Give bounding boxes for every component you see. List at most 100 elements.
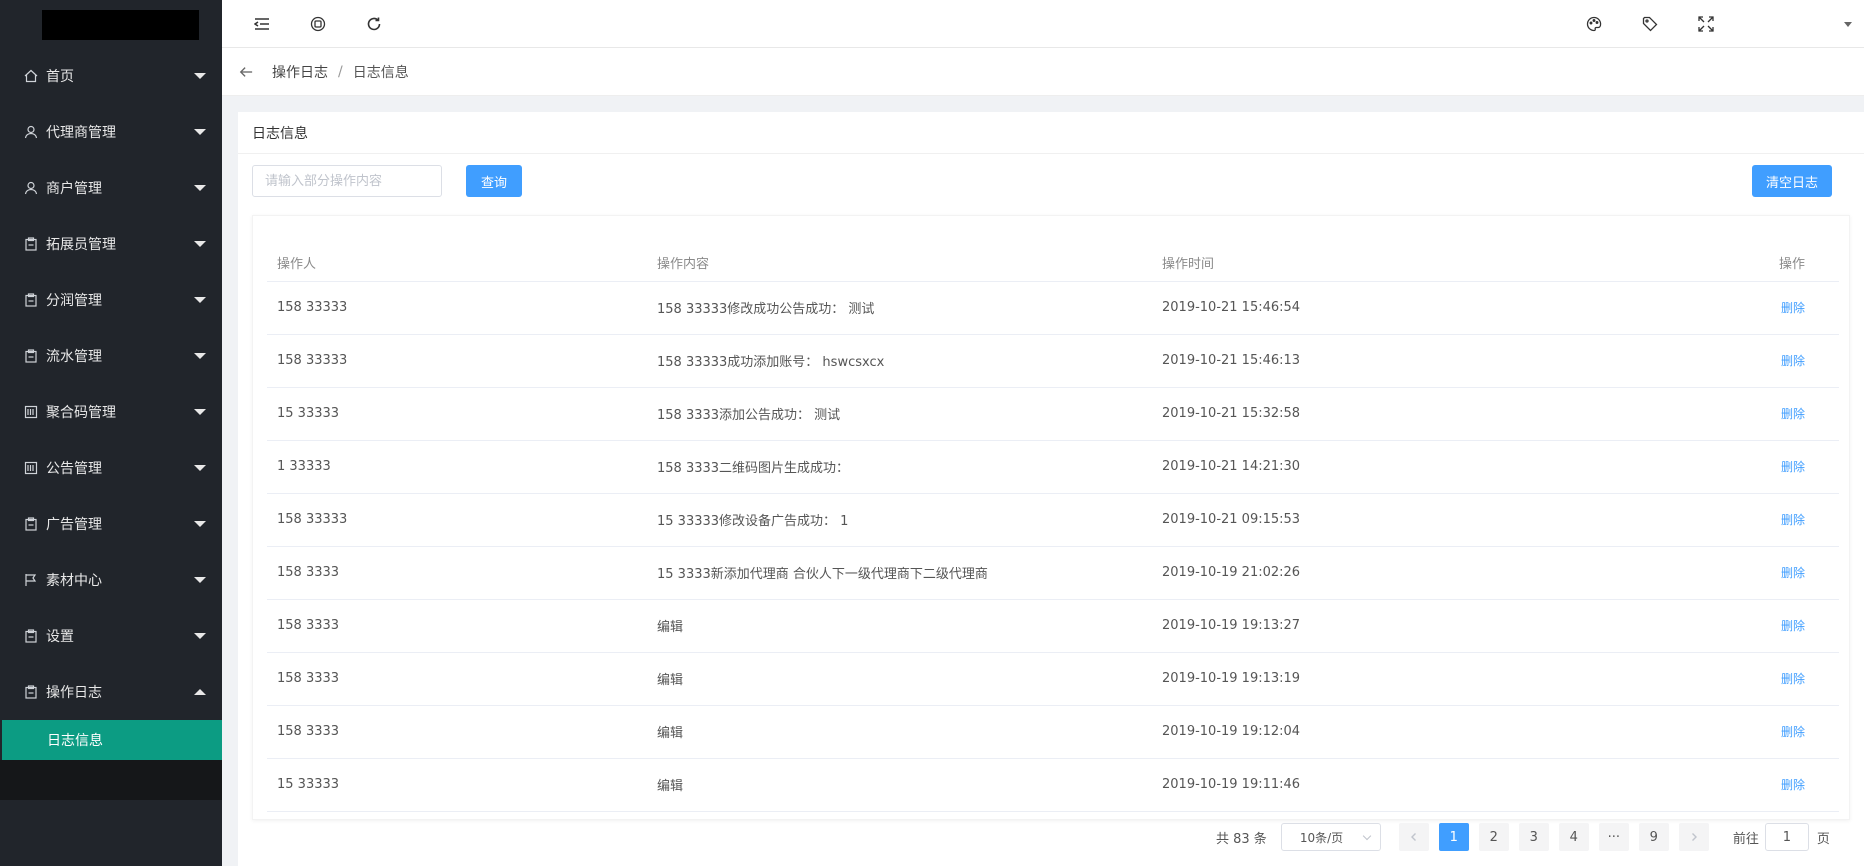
cell-operator: 15 33333 [267,758,647,812]
log-table: 操作人 操作内容 操作时间 操作 158 33333 158 33333修改成功公… [267,244,1839,812]
clipboard-icon [22,235,40,253]
cell-time: 2019-10-21 09:15:53 [1152,493,1552,547]
language-icon[interactable] [306,12,330,36]
sidebar-item-label: 聚合码管理 [46,405,116,421]
goto-page-input[interactable] [1764,823,1809,851]
page-ellipsis[interactable]: ··· [1598,823,1629,851]
submenu-spacer [0,760,222,800]
page-numbers: 1 2 3 4 ··· 9 [1438,823,1679,851]
page-size-select[interactable]: 10条/页 [1280,823,1381,851]
sidebar-item-6[interactable]: 聚合码管理 [0,384,222,440]
sidebar-item-7[interactable]: 公告管理 [0,440,222,496]
cell-time: 2019-10-19 19:13:27 [1152,599,1552,653]
delete-link[interactable]: 删除 [1781,566,1805,580]
breadcrumb: 操作日志 / 日志信息 [222,48,1864,96]
caret-down-icon [194,409,206,415]
caret-down-icon [194,465,206,471]
sidebar-item-1[interactable]: 代理商管理 [0,104,222,160]
sidebar-subitem-log-info[interactable]: 日志信息 [2,720,222,760]
sidebar-item-label: 素材中心 [46,573,102,589]
cell-content: 编辑 [647,705,1152,759]
sidebar-item-5[interactable]: 流水管理 [0,328,222,384]
search-input[interactable] [252,165,442,197]
caret-down-icon [194,577,206,583]
delete-link[interactable]: 删除 [1781,725,1805,739]
user-icon [22,179,40,197]
user-menu[interactable] [1752,12,1852,36]
cell-action: 删除 [1552,652,1839,706]
sidebar-item-3[interactable]: 拓展员管理 [0,216,222,272]
cell-content: 158 33333成功添加账号： hswcsxcx [647,334,1152,388]
sidebar-item-8[interactable]: 广告管理 [0,496,222,552]
tag-icon[interactable] [1638,12,1662,36]
delete-link[interactable]: 删除 [1781,778,1805,792]
cell-time: 2019-10-19 21:02:26 [1152,546,1552,600]
caret-down-icon [194,353,206,359]
delete-link[interactable]: 删除 [1781,513,1805,527]
page-button[interactable]: 4 [1558,823,1589,851]
cell-action: 删除 [1552,281,1839,335]
card-title: 日志信息 [238,112,1864,154]
clear-log-button[interactable]: 清空日志 [1752,165,1832,197]
menu-fold-icon[interactable] [250,12,274,36]
back-arrow-icon[interactable] [236,62,256,82]
table-row: 158 33333 158 33333成功添加账号： hswcsxcx 2019-1… [267,334,1839,388]
delete-link[interactable]: 删除 [1781,672,1805,686]
sidebar-item-4[interactable]: 分润管理 [0,272,222,328]
sidebar-item-2[interactable]: 商户管理 [0,160,222,216]
page-button[interactable]: 9 [1638,823,1669,851]
chevron-down-icon [1362,831,1372,841]
cell-action: 删除 [1552,705,1839,759]
delete-link[interactable]: 删除 [1781,354,1805,368]
caret-down-icon [194,185,206,191]
caret-down-icon [194,633,206,639]
cell-content: 158 33333修改成功公告成功： 测试 [647,281,1152,335]
sidebar-item-label: 公告管理 [46,461,102,477]
cell-time: 2019-10-21 14:21:30 [1152,440,1552,494]
caret-down-icon [194,241,206,247]
caret-down-icon [194,129,206,135]
cell-action: 删除 [1552,440,1839,494]
refresh-icon[interactable] [362,12,386,36]
flag-icon [22,571,40,589]
barcode-icon [22,459,40,477]
pagination-total: 共 83 条 [1216,831,1267,847]
delete-link[interactable]: 删除 [1781,407,1805,421]
cell-time: 2019-10-21 15:46:54 [1152,281,1552,335]
cell-content: 15 33333修改设备广告成功： 1 [647,493,1152,547]
top-bar [222,0,1864,48]
clipboard-icon [22,627,40,645]
breadcrumb-parent[interactable]: 操作日志 [272,62,328,82]
page-button[interactable]: 3 [1518,823,1549,851]
breadcrumb-current: 日志信息 [352,64,409,81]
fullscreen-icon[interactable] [1694,12,1718,36]
cell-time: 2019-10-21 15:46:13 [1152,334,1552,388]
query-button[interactable]: 查询 [466,165,522,197]
page-button[interactable]: 2 [1478,823,1509,851]
cell-time: 2019-10-19 19:11:46 [1152,758,1552,812]
clipboard-icon [22,683,40,701]
next-page-button[interactable] [1678,823,1709,851]
delete-link[interactable]: 删除 [1781,301,1805,315]
delete-link[interactable]: 删除 [1781,460,1805,474]
goto-label: 前往 [1732,831,1759,847]
cell-operator: 158 33333 [267,334,647,388]
sidebar-item-label: 拓展员管理 [46,237,116,253]
sidebar-item-label: 代理商管理 [46,125,116,141]
delete-link[interactable]: 删除 [1781,619,1805,633]
column-header-action: 操作 [1552,244,1839,282]
chevron-down-icon [1844,21,1852,27]
cell-operator: 158 3333 [267,652,647,706]
palette-icon[interactable] [1582,12,1606,36]
prev-page-button[interactable] [1398,823,1429,851]
sidebar-item-11[interactable]: 操作日志 [0,664,222,720]
pagination: 共 83 条 10条/页 1234 ··· 9 前往 页 [1216,822,1830,852]
sidebar-item-10[interactable]: 设置 [0,608,222,664]
cell-operator: 158 33333 [267,493,647,547]
sidebar-item-9[interactable]: 素材中心 [0,552,222,608]
page-button[interactable]: 1 [1438,823,1469,851]
sidebar-item-0[interactable]: 首页 [0,48,222,104]
caret-up-icon [194,689,206,695]
table-row: 158 33333 158 33333修改成功公告成功： 测试 2019-10-21… [267,281,1839,335]
sidebar-item-label: 广告管理 [46,517,102,533]
